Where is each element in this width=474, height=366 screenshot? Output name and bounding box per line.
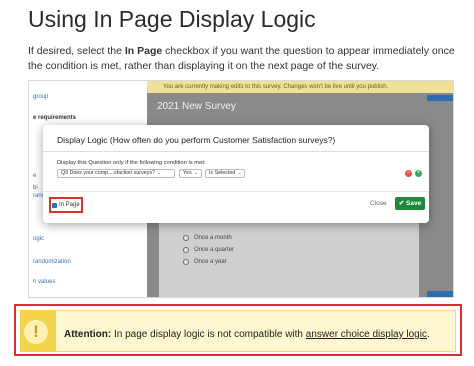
answer-option-label: Once a month <box>194 235 232 241</box>
answer-choice-display-logic-link[interactable]: answer choice display logic <box>306 329 427 340</box>
sidebar-item[interactable]: e <box>33 173 36 179</box>
answer-option[interactable]: Once a quarter <box>183 247 234 253</box>
remove-condition-icon[interactable]: − <box>405 170 412 177</box>
checkbox-checked-icon <box>52 202 57 208</box>
check-icon: ✔ <box>398 200 407 207</box>
chevron-down-icon: ⌄ <box>237 170 242 176</box>
radio-icon <box>183 235 189 241</box>
operator-select-value: Is Selected <box>209 170 236 176</box>
sidebar-item: e requirements <box>33 115 77 121</box>
survey-title: 2021 New Survey <box>157 101 236 112</box>
attention-label: Attention: <box>64 329 112 340</box>
exclamation-icon: ! <box>24 320 48 344</box>
answer-select[interactable]: Yes ⌄ <box>179 169 202 178</box>
question-card <box>159 215 419 297</box>
save-button[interactable]: ✔ Save <box>395 197 425 210</box>
chevron-down-icon: ⌄ <box>156 170 162 176</box>
condition-label: Display this Question only if the follow… <box>57 160 206 166</box>
sidebar-item[interactable]: bi <box>33 185 38 191</box>
in-page-label: In Page <box>59 202 80 208</box>
sidebar-item[interactable]: ogic <box>33 236 44 242</box>
intro-bold: In Page <box>124 45 163 57</box>
screenshot-figure: group e requirements e bi ranc ogic rand… <box>28 80 454 298</box>
attention-text: Attention: In page display logic is not … <box>64 329 430 340</box>
answer-select-value: Yes <box>183 170 192 176</box>
divider <box>43 151 429 152</box>
modal-title: Display Logic (How often do you perform … <box>57 135 336 145</box>
sidebar-item[interactable]: group <box>33 94 48 100</box>
add-condition-icon[interactable]: + <box>415 170 422 177</box>
editor-tab[interactable] <box>427 291 453 297</box>
display-logic-modal: Display Logic (How often do you perform … <box>43 125 429 223</box>
page-title: Using In Page Display Logic <box>28 6 316 32</box>
attention-end: . <box>426 329 430 340</box>
intro-text-1: If desired, select the <box>28 45 125 57</box>
save-label: Save <box>406 200 422 207</box>
question-select-value: Q9 Does your comp....sfaction surveys? <box>61 170 155 176</box>
in-page-checkbox[interactable]: In Page <box>52 202 80 208</box>
chevron-down-icon: ⌄ <box>193 170 199 176</box>
intro-paragraph: If desired, select the In Page checkbox … <box>28 44 464 74</box>
attention-message: In page display logic is not compatible … <box>111 329 306 340</box>
sidebar-item[interactable]: n values <box>33 279 55 285</box>
answer-option-label: Once a year <box>194 259 227 265</box>
answer-option[interactable]: Once a month <box>183 235 232 241</box>
answer-option-label: Once a quarter <box>194 247 235 253</box>
operator-select[interactable]: Is Selected ⌄ <box>205 169 245 178</box>
close-button[interactable]: Close <box>370 200 387 207</box>
radio-icon <box>183 259 189 265</box>
editor-tab[interactable] <box>427 95 453 101</box>
question-select[interactable]: Q9 Does your comp....sfaction surveys? ⌄ <box>57 169 175 178</box>
divider <box>43 191 429 192</box>
answer-option[interactable]: Once a year <box>183 259 227 265</box>
radio-icon <box>183 247 189 253</box>
edit-banner: You are currently making edits to this s… <box>147 81 453 93</box>
sidebar-item[interactable]: randomization <box>33 259 71 265</box>
